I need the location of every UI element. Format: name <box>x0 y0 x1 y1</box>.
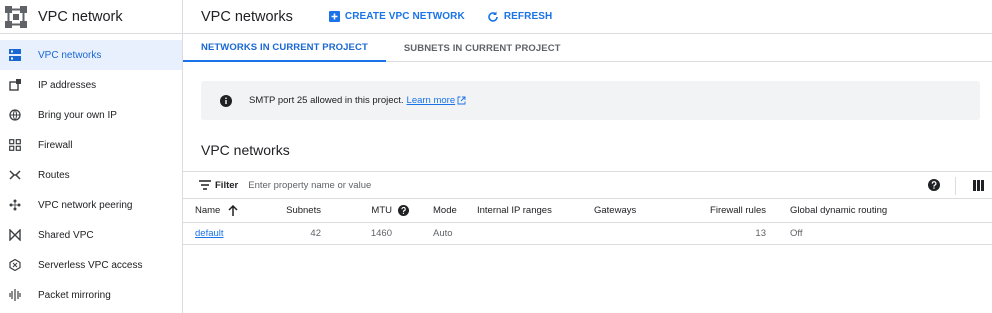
sidebar-item-shared-vpc[interactable]: Shared VPC <box>0 220 182 250</box>
external-link-icon <box>457 96 466 105</box>
sidebar-item-label: VPC network peering <box>38 199 133 211</box>
create-vpc-network-button[interactable]: CREATE VPC NETWORK <box>328 11 465 22</box>
sidebar-nav: VPC networks IP addresses Bring your own… <box>0 40 182 310</box>
cell-mtu: 1460 <box>321 222 409 245</box>
sidebar-item-label: Routes <box>38 169 70 181</box>
learn-more-link[interactable]: Learn more <box>407 95 467 106</box>
cell-gateways <box>594 222 676 245</box>
cell-name: default <box>183 222 269 245</box>
top-bar: VPC networks CREATE VPC NETWORK REFRESH <box>183 0 992 34</box>
vpc-networks-table: Name Subnets MTU Mode Internal IP ranges… <box>183 200 992 245</box>
column-header-gateways[interactable]: Gateways <box>594 200 676 223</box>
vpc-networks-icon <box>7 47 23 63</box>
sidebar-item-bring-your-own-ip[interactable]: Bring your own IP <box>0 100 182 130</box>
table-row: default 42 1460 Auto 13 Off <box>183 222 992 245</box>
column-header-subnets[interactable]: Subnets <box>269 200 321 223</box>
create-vpc-network-label: CREATE VPC NETWORK <box>344 11 465 22</box>
sidebar-item-ip-addresses[interactable]: IP addresses <box>0 70 182 100</box>
sidebar-item-label: VPC networks <box>38 49 102 61</box>
main-content: VPC networks CREATE VPC NETWORK REFRESH … <box>183 0 992 313</box>
sidebar-item-label: IP addresses <box>38 79 97 91</box>
learn-more-label: Learn more <box>406 95 456 106</box>
section-title: VPC networks <box>201 142 290 158</box>
peering-icon <box>7 197 23 213</box>
column-header-mode[interactable]: Mode <box>409 200 477 223</box>
add-box-icon <box>328 11 340 22</box>
sidebar-item-packet-mirroring[interactable]: Packet mirroring <box>0 280 182 310</box>
cell-internal-ip-ranges <box>477 222 594 245</box>
tab-subnets-in-current-project[interactable]: SUBNETS IN CURRENT PROJECT <box>386 34 579 62</box>
filter-icon <box>199 180 211 190</box>
sidebar-item-vpc-network-peering[interactable]: VPC network peering <box>0 190 182 220</box>
column-header-name[interactable]: Name <box>183 200 269 223</box>
sidebar-item-label: Packet mirroring <box>38 289 111 301</box>
sidebar-item-routes[interactable]: Routes <box>0 160 182 190</box>
filter-bar: Filter <box>183 171 992 199</box>
column-header-global-dynamic-routing[interactable]: Global dynamic routing <box>766 200 992 223</box>
cell-mode: Auto <box>409 222 477 245</box>
column-header-mtu[interactable]: MTU <box>321 200 409 223</box>
sidebar-item-label: Serverless VPC access <box>38 259 143 271</box>
ip-addresses-icon <box>7 77 23 93</box>
cell-subnets: 42 <box>269 222 321 245</box>
sidebar-item-label: Shared VPC <box>38 229 94 241</box>
tab-bar: NETWORKS IN CURRENT PROJECT SUBNETS IN C… <box>183 34 992 62</box>
cell-firewall-rules: 13 <box>676 222 766 245</box>
page-title: VPC networks <box>201 8 293 25</box>
network-name-link[interactable]: default <box>195 228 224 239</box>
globe-icon <box>7 107 23 123</box>
sidebar-item-vpc-networks[interactable]: VPC networks <box>0 40 182 70</box>
sidebar-item-label: Firewall <box>38 139 73 151</box>
help-icon[interactable] <box>928 179 940 191</box>
refresh-icon <box>488 11 498 22</box>
sidebar-item-firewall[interactable]: Firewall <box>0 130 182 160</box>
sidebar-item-label: Bring your own IP <box>38 109 117 121</box>
mtu-help-icon[interactable] <box>398 205 409 217</box>
sidebar-title: VPC network <box>38 8 123 25</box>
routes-icon <box>7 167 23 183</box>
vpc-network-logo-icon <box>4 5 28 29</box>
info-icon <box>220 94 232 107</box>
firewall-icon <box>7 137 23 153</box>
toolbar-divider <box>955 177 956 195</box>
refresh-label: REFRESH <box>503 11 553 22</box>
filter-label: Filter <box>215 179 239 191</box>
sidebar-header: VPC network <box>0 0 182 34</box>
sidebar: VPC network VPC networks IP addresses Br… <box>0 0 183 313</box>
sort-ascending-icon <box>228 205 238 217</box>
packet-mirroring-icon <box>7 287 23 303</box>
table-header-row: Name Subnets MTU Mode Internal IP ranges… <box>183 200 992 223</box>
serverless-icon <box>7 257 23 273</box>
cell-global-dynamic-routing: Off <box>766 222 992 245</box>
column-header-firewall-rules[interactable]: Firewall rules <box>676 200 766 223</box>
shared-vpc-icon <box>7 227 23 243</box>
tab-networks-in-current-project[interactable]: NETWORKS IN CURRENT PROJECT <box>183 34 386 62</box>
banner-text: SMTP port 25 allowed in this project. <box>249 95 404 106</box>
refresh-button[interactable]: REFRESH <box>487 11 552 23</box>
sidebar-item-serverless-vpc-access[interactable]: Serverless VPC access <box>0 250 182 280</box>
info-banner: SMTP port 25 allowed in this project. Le… <box>201 81 980 120</box>
filter-input[interactable] <box>248 179 549 191</box>
column-display-options-icon[interactable] <box>973 180 984 191</box>
column-header-internal-ip-ranges[interactable]: Internal IP ranges <box>477 200 594 223</box>
